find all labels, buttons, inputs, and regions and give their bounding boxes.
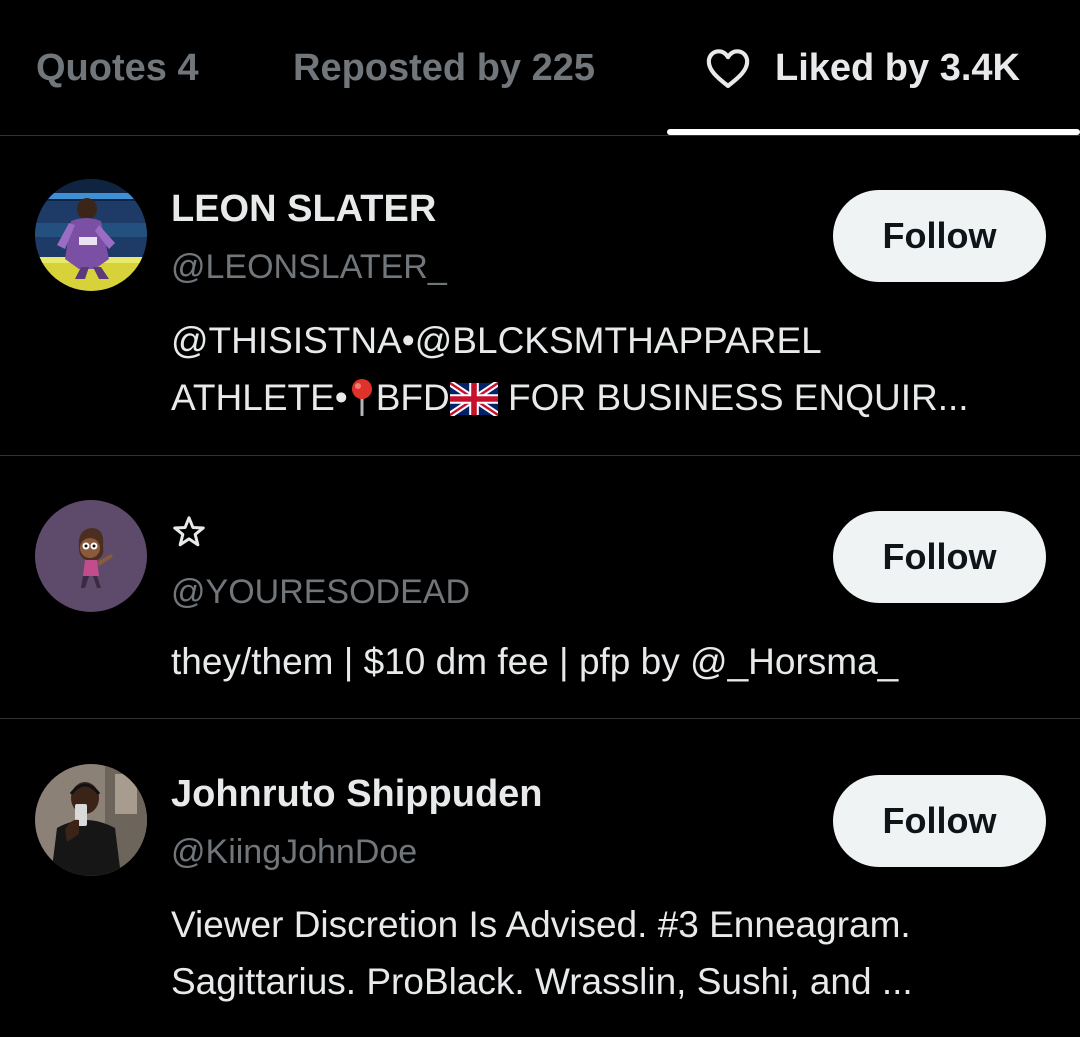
user-bio: @THISISTNA•@BLCKSMTHAPPAREL ATHLETE• BFD … bbox=[171, 312, 1051, 426]
heart-icon bbox=[706, 49, 750, 88]
bio-text: FOR BUSINESS ENQUIR... bbox=[497, 377, 969, 418]
tab-quotes[interactable]: Quotes 4 bbox=[36, 0, 199, 136]
cartoon-character-avatar-image bbox=[35, 500, 147, 612]
wrestler-photo-avatar-image bbox=[35, 179, 147, 291]
tab-reposted-label: Reposted by 225 bbox=[293, 46, 595, 89]
avatar[interactable] bbox=[35, 500, 147, 612]
follow-button[interactable]: Follow bbox=[833, 511, 1046, 603]
bio-line: Viewer Discretion Is Advised. #3 Enneagr… bbox=[171, 904, 911, 945]
tab-liked-label: Liked by 3.4K bbox=[775, 46, 1020, 89]
follow-button[interactable]: Follow bbox=[833, 190, 1046, 282]
tab-quotes-label: Quotes 4 bbox=[36, 46, 199, 89]
uk-flag-icon bbox=[449, 382, 498, 416]
user-cell[interactable]: LEON SLATER @LEONSLATER_ Follow @THISIST… bbox=[0, 136, 1080, 456]
avatar[interactable] bbox=[35, 179, 147, 291]
user-bio: they/them | $10 dm fee | pfp by @_Horsma… bbox=[171, 633, 1051, 690]
user-handle[interactable]: @YOURESODEAD bbox=[171, 573, 470, 612]
star-outline-icon bbox=[173, 516, 205, 547]
tab-liked-by[interactable]: Liked by 3.4K bbox=[703, 0, 1020, 136]
mirror-selfie-avatar-image bbox=[35, 764, 147, 876]
bio-text: ATHLETE• bbox=[171, 377, 348, 418]
user-handle[interactable]: @LEONSLATER_ bbox=[171, 248, 447, 287]
bio-line: they/them | $10 dm fee | pfp by @_Horsma… bbox=[171, 641, 899, 682]
bio-line: Sagittarius. ProBlack. Wrasslin, Sushi, … bbox=[171, 961, 913, 1002]
follow-button[interactable]: Follow bbox=[833, 775, 1046, 867]
tab-reposted-by[interactable]: Reposted by 225 bbox=[293, 0, 595, 136]
bio-text: BFD bbox=[375, 377, 450, 418]
user-display-name[interactable]: LEON SLATER bbox=[171, 188, 436, 231]
user-handle[interactable]: @KiingJohnDoe bbox=[171, 833, 417, 872]
bio-line: ATHLETE• BFD FOR BUSINESS ENQUIR... bbox=[171, 369, 1051, 426]
round-pushpin-icon bbox=[351, 379, 372, 416]
user-cell[interactable]: Johnruto Shippuden @KiingJohnDoe Follow … bbox=[0, 719, 1080, 1037]
engagement-tab-bar: Quotes 4 Reposted by 225 Liked by 3.4K bbox=[0, 0, 1080, 136]
user-display-name[interactable]: Johnruto Shippuden bbox=[171, 773, 543, 816]
user-bio: Viewer Discretion Is Advised. #3 Enneagr… bbox=[171, 896, 1051, 1010]
active-tab-indicator bbox=[667, 129, 1080, 135]
bio-line: @THISISTNA•@BLCKSMTHAPPAREL bbox=[171, 320, 822, 361]
user-display-name[interactable] bbox=[171, 514, 207, 560]
user-cell[interactable]: @YOURESODEAD Follow they/them | $10 dm f… bbox=[0, 456, 1080, 719]
avatar[interactable] bbox=[35, 764, 147, 876]
